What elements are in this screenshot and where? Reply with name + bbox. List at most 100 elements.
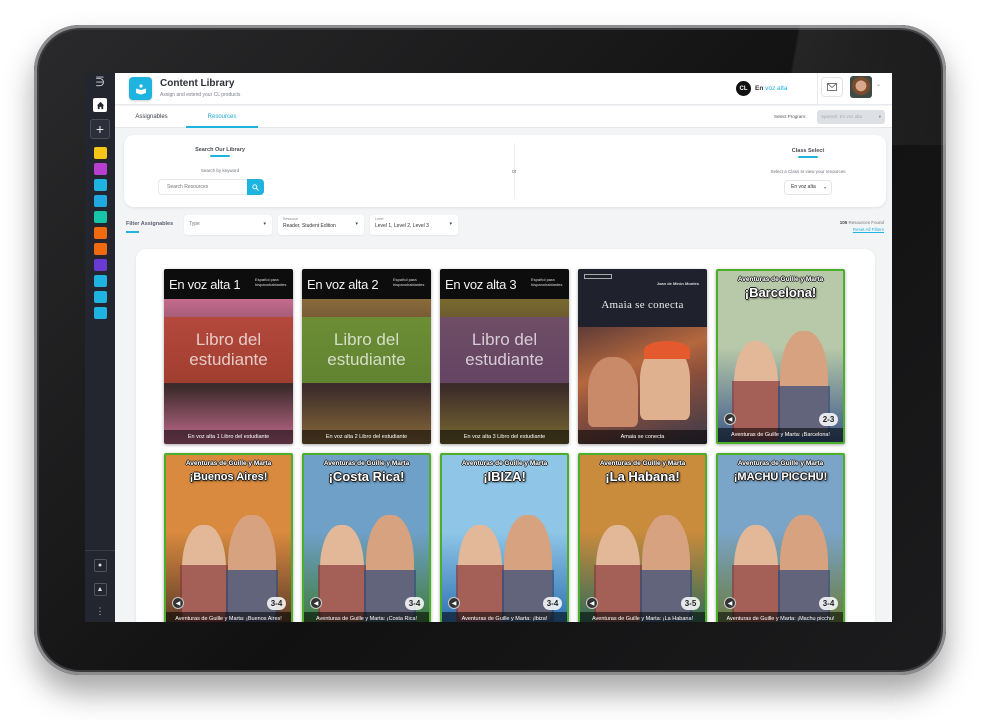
resource-card[interactable]: En voz alta 3 Español para hispanohablant… — [440, 269, 569, 444]
product-swatch[interactable] — [93, 179, 107, 191]
product-swatch[interactable] — [93, 291, 107, 303]
cover-illustration — [578, 327, 707, 444]
collapse-sidebar-icon[interactable]: ⋽ — [95, 75, 105, 91]
user-avatar[interactable] — [850, 76, 872, 98]
sidebar-bottom: ● ▲ ⋮ — [85, 550, 115, 622]
resource-card[interactable]: Aventuras de Guille y Marta ¡MACHU PICCHU… — [716, 453, 845, 622]
audio-icon[interactable]: ◀ — [724, 597, 736, 609]
cover-header: Joan de Mirón Montes Amaia se conecta — [578, 269, 707, 327]
more-options-icon[interactable]: ⋮ — [96, 607, 105, 616]
resource-title: Aventuras de Guille y Marta: ¡Buenos Air… — [166, 612, 291, 622]
product-swatch[interactable] — [93, 307, 107, 319]
caret-down-icon: ▾ — [823, 185, 826, 190]
product-swatch[interactable] — [93, 147, 107, 159]
series-name: En voz alta 1 — [169, 277, 241, 292]
filter-assignables-label: Filter Assignables — [126, 221, 174, 227]
results-count-text: Resources Found — [848, 220, 884, 225]
series-name: Aventuras de Guille y Marta — [599, 460, 686, 467]
search-button[interactable] — [247, 179, 264, 195]
resource-title: Aventuras de Guille y Marta: ¡Ibiza! — [442, 612, 567, 622]
resource-card[interactable]: En voz alta 1 Español para hispanohablant… — [164, 269, 293, 444]
type-filter[interactable]: Type ▾ — [184, 215, 272, 235]
class-select-title: Class Select — [791, 148, 825, 154]
resource-title: Aventuras de Guille y Marta: ¡Costa Rica… — [304, 612, 429, 622]
level-filter[interactable]: Level Level 1, Level 2, Level 3 ▾ — [370, 215, 458, 235]
product-swatch[interactable] — [93, 259, 107, 271]
series-name: En voz alta 2 — [307, 277, 379, 292]
chevron-down-icon[interactable]: ⌄ — [876, 81, 881, 88]
resource-card[interactable]: Aventuras de Guille y Marta ¡IBIZA! ◀ 3-4 Av… — [440, 453, 569, 622]
add-button[interactable]: + — [90, 119, 110, 139]
content-library-logo — [129, 77, 152, 100]
app-screen: ⋽ + ● ▲ ⋮ Content Library Assign and ext… — [85, 73, 892, 622]
resource-card[interactable]: Aventuras de Guille y Marta ¡Barcelona! ◀ 2… — [716, 269, 845, 444]
audio-icon[interactable]: ◀ — [172, 597, 184, 609]
results-count: 105 Resources Found — [840, 220, 884, 225]
product-swatch[interactable] — [93, 211, 107, 223]
cover-title: ¡Costa Rica! — [328, 469, 405, 484]
audio-icon[interactable]: ◀ — [448, 597, 460, 609]
band-text: Libro del estudiante — [465, 330, 544, 369]
cover-title: ¡MACHU PICCHU! — [733, 471, 828, 483]
level-badge: 3-4 — [819, 597, 838, 610]
cover-band: Libro del estudiante — [302, 317, 431, 383]
class-select-dropdown[interactable]: En voz alta ▾ — [784, 180, 832, 195]
brand-prefix: En — [755, 85, 764, 92]
notifications-icon[interactable]: ▲ — [93, 583, 107, 596]
resource-card[interactable]: Joan de Mirón Montes Amaia se conecta Amai… — [578, 269, 707, 444]
audio-icon[interactable]: ◀ — [586, 597, 598, 609]
results-count-number: 105 — [839, 220, 848, 225]
filter-underline — [126, 231, 139, 233]
series-subtitle: Español para hispanohablantes — [531, 277, 563, 287]
band-text: Libro del estudiante — [327, 330, 406, 369]
app-header: Content Library Assign and extend your C… — [115, 73, 892, 105]
audio-icon[interactable]: ◀ — [724, 413, 736, 425]
product-swatch[interactable] — [93, 243, 107, 255]
product-swatch[interactable] — [93, 275, 107, 287]
cover-title: ¡Buenos Aires! — [189, 471, 268, 483]
help-icon[interactable]: ● — [93, 559, 107, 572]
cover-band: Libro del estudiante — [440, 317, 569, 383]
caret-down-icon: ▾ — [449, 221, 452, 227]
resource-card[interactable]: Aventuras de Guille y Marta ¡La Habana! ◀ 3… — [578, 453, 707, 622]
cover-title: ¡Barcelona! — [744, 285, 817, 300]
search-input[interactable] — [158, 179, 248, 195]
product-swatch[interactable] — [93, 163, 107, 175]
reset-filters-link[interactable]: Reset All Filters — [853, 227, 884, 232]
brand-name: voz alta — [765, 85, 788, 92]
program-select-value: Spanish: En voz alta — [821, 114, 863, 119]
series-name: Aventuras de Guille y Marta — [737, 276, 824, 283]
tab-resources[interactable]: Resources — [186, 106, 258, 128]
resource-card[interactable]: Aventuras de Guille y Marta ¡Costa Rica! ◀… — [302, 453, 431, 622]
resource-card[interactable]: Aventuras de Guille y Marta ¡Buenos Aires… — [164, 453, 293, 622]
resource-title: Aventuras de Guille y Marta: ¡Barcelona! — [718, 428, 843, 442]
search-hint: Search by keyword — [200, 168, 240, 173]
cover-title: ¡La Habana! — [605, 469, 680, 484]
series-name: Aventuras de Guille y Marta — [737, 460, 824, 467]
series-name: En voz alta 3 — [445, 277, 517, 292]
class-select-hint: Select a Class to view your resources — [770, 169, 846, 174]
resource-title: En voz alta 1 Libro del estudiante — [164, 430, 293, 444]
cover-header: En voz alta 3 Español para hispanohablant… — [440, 269, 569, 299]
tab-assignables[interactable]: Assignables — [129, 106, 174, 128]
resource-filter-value: Reader, Student Edition — [283, 223, 336, 229]
resource-filter[interactable]: Resource Reader, Student Edition ▾ — [278, 215, 364, 235]
level-filter-value: Level 1, Level 2, Level 3 — [375, 223, 429, 229]
resource-title: Amaia se conecta — [578, 430, 707, 444]
home-button[interactable] — [93, 98, 107, 112]
sidebar: ⋽ + ● ▲ ⋮ — [85, 73, 115, 622]
program-select[interactable]: Spanish: En voz alta ▾ — [817, 110, 885, 124]
or-label: or — [512, 169, 517, 175]
search-icon — [252, 183, 259, 191]
title-underline — [210, 155, 230, 157]
audio-icon[interactable]: ◀ — [310, 597, 322, 609]
series-name: Aventuras de Guille y Marta — [323, 460, 410, 467]
messages-button[interactable] — [821, 77, 843, 97]
product-swatch[interactable] — [93, 195, 107, 207]
resource-card[interactable]: En voz alta 2 Español para hispanohablant… — [302, 269, 431, 444]
level-filter-label: Level — [375, 217, 384, 221]
product-swatch[interactable] — [93, 227, 107, 239]
mail-icon — [827, 83, 837, 91]
level-badge: 2-3 — [819, 413, 838, 426]
series-subtitle: Español para hispanohablantes — [393, 277, 425, 287]
